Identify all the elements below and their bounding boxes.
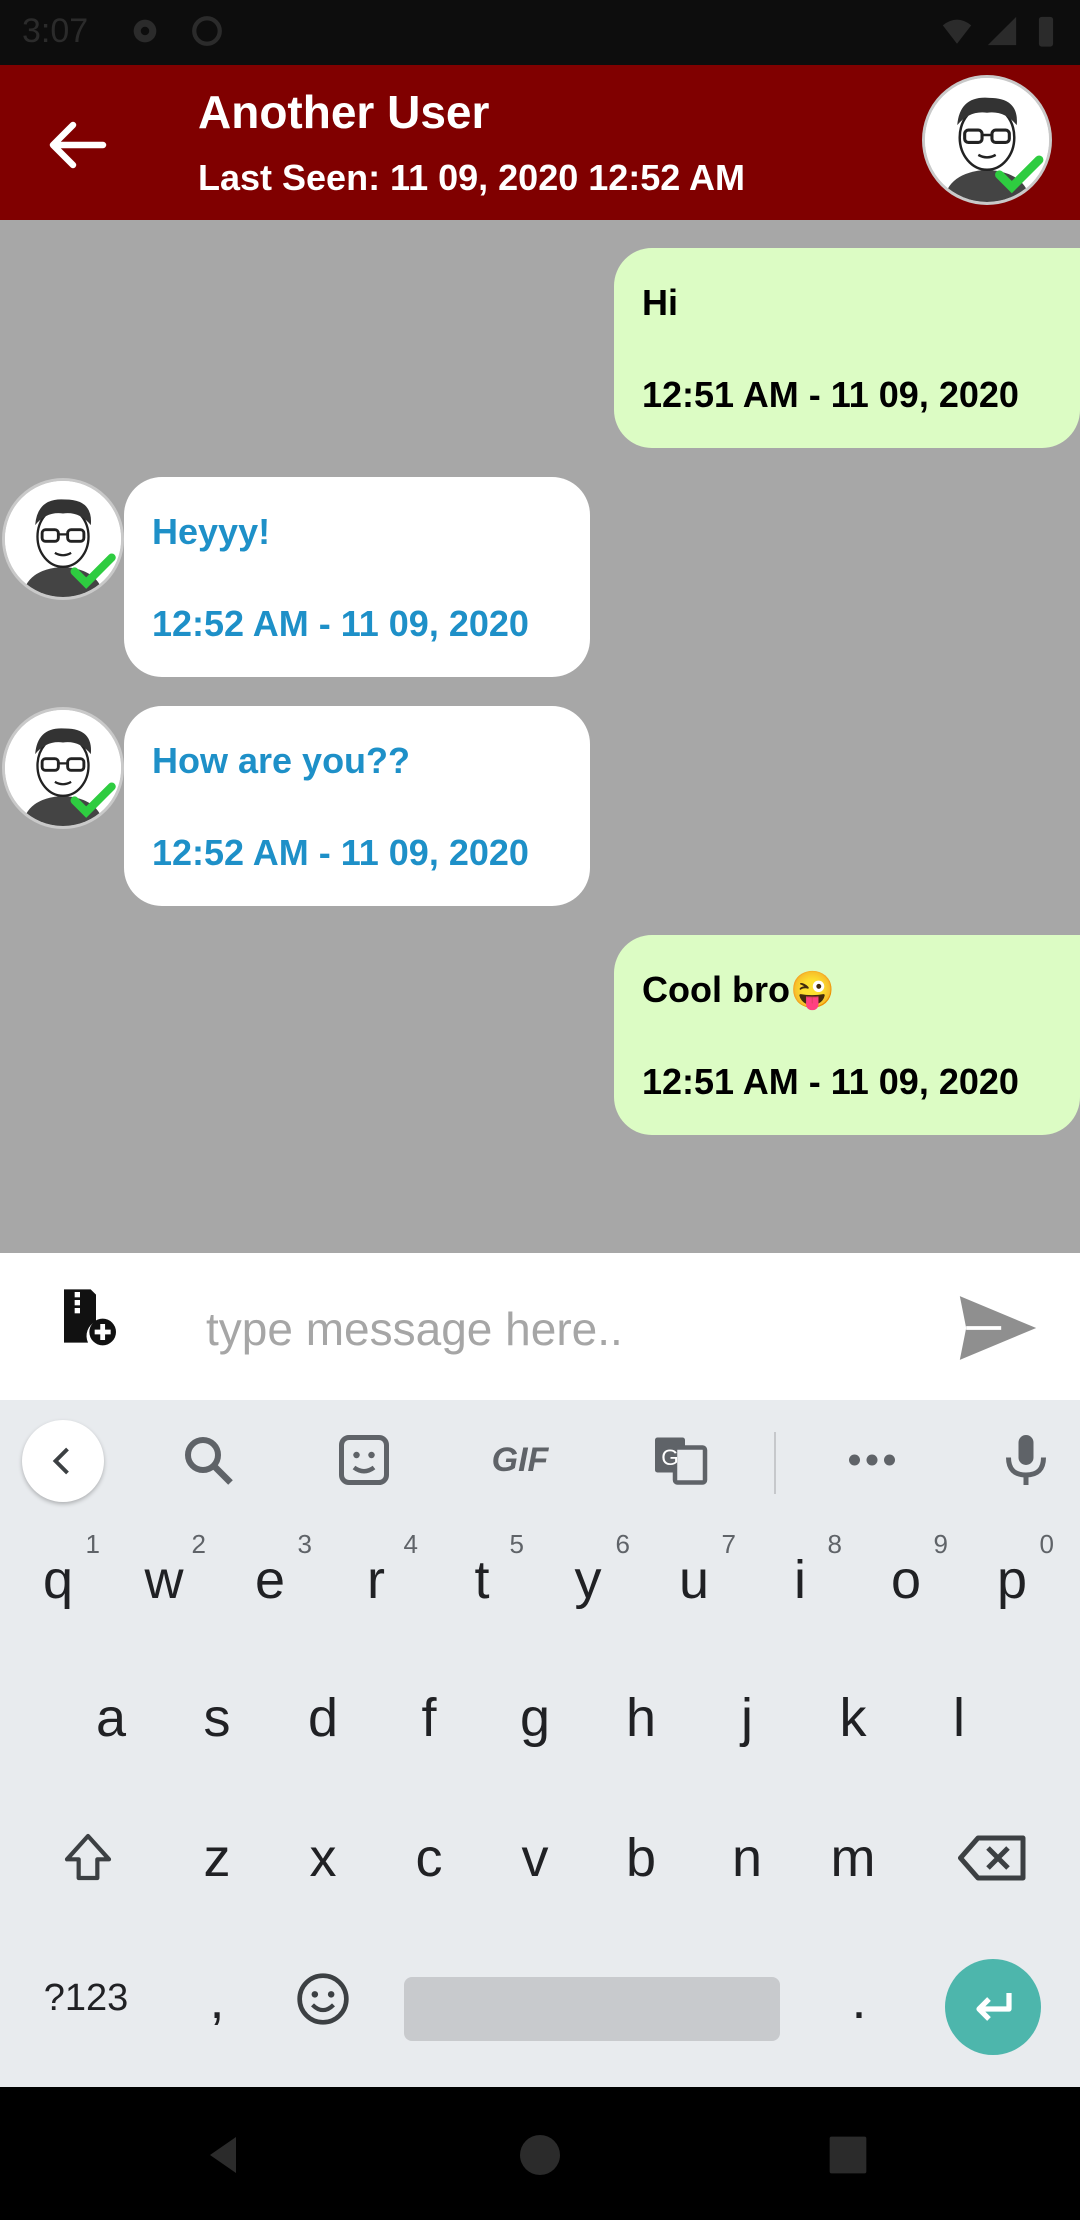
key-x[interactable]: x <box>273 1801 373 1911</box>
nav-back-icon[interactable] <box>200 2131 248 2179</box>
status-bar: 3:07 <box>0 0 1080 65</box>
key-b[interactable]: b <box>591 1801 691 1911</box>
sender-avatar[interactable] <box>2 707 124 829</box>
sync-icon <box>192 16 222 46</box>
message-text: How are you?? <box>152 740 411 781</box>
chat-area[interactable]: Hi 12:51 AM - 11 09, 2020 Heyyy! 12:52 A… <box>0 220 1080 1253</box>
gif-button[interactable]: GIF <box>480 1430 560 1490</box>
send-icon[interactable] <box>955 1293 1041 1363</box>
chevron-left-icon <box>52 1447 69 1475</box>
message-text: Cool bro😜 <box>642 969 835 1010</box>
nav-recents-icon[interactable] <box>826 2133 870 2177</box>
message-timestamp: 12:51 AM - 11 09, 2020 <box>642 1061 1019 1102</box>
key-e[interactable]: e3 <box>220 1523 320 1633</box>
battery-icon <box>1038 16 1054 47</box>
message-bubble-outgoing[interactable]: Cool bro😜 12:51 AM - 11 09, 2020 <box>614 935 1080 1135</box>
key-p[interactable]: p0 <box>962 1523 1062 1633</box>
svg-text:G: G <box>661 1445 679 1470</box>
message-composer <box>0 1253 1080 1403</box>
search-icon[interactable] <box>178 1430 238 1490</box>
enter-icon <box>976 1993 1012 2021</box>
avatar-glasses-icon <box>5 710 121 826</box>
message-bubble-incoming[interactable]: How are you?? 12:52 AM - 11 09, 2020 <box>124 706 590 906</box>
settings-icon <box>133 19 157 43</box>
toolbar-divider <box>774 1432 776 1494</box>
key-n[interactable]: n <box>697 1801 797 1911</box>
translate-icon[interactable]: G <box>650 1430 710 1490</box>
status-time: 3:07 <box>22 12 89 50</box>
arrow-left-icon[interactable] <box>48 120 108 170</box>
signal-icon <box>987 16 1017 46</box>
message-timestamp: 12:51 AM - 11 09, 2020 <box>642 374 1019 415</box>
enter-key[interactable] <box>945 1959 1041 2055</box>
message-input[interactable] <box>204 1293 908 1365</box>
key-o[interactable]: o9 <box>856 1523 956 1633</box>
sender-avatar[interactable] <box>2 478 124 600</box>
microphone-icon[interactable] <box>996 1430 1056 1490</box>
contact-name: Another User <box>198 86 490 138</box>
keyboard-collapse-button[interactable] <box>22 1420 104 1502</box>
message-bubble-incoming[interactable]: Heyyy! 12:52 AM - 11 09, 2020 <box>124 477 590 677</box>
avatar-glasses-icon <box>925 78 1049 202</box>
message-timestamp: 12:52 AM - 11 09, 2020 <box>152 603 529 644</box>
key-i[interactable]: i8 <box>750 1523 850 1633</box>
shift-icon <box>64 1833 112 1881</box>
key-s[interactable]: s <box>167 1661 267 1771</box>
key-h[interactable]: h <box>591 1661 691 1771</box>
system-nav-bar <box>0 2087 1080 2220</box>
comma-key[interactable]: , <box>167 1943 267 2053</box>
key-k[interactable]: k <box>803 1661 903 1771</box>
key-r[interactable]: r4 <box>326 1523 426 1633</box>
key-w[interactable]: w2 <box>114 1523 214 1633</box>
message-text: Hi <box>642 282 678 323</box>
period-key[interactable]: . <box>809 1943 909 2053</box>
chat-header: Another User Last Seen: 11 09, 2020 12:5… <box>0 65 1080 220</box>
space-bar[interactable] <box>404 1977 780 2041</box>
sticker-icon[interactable] <box>334 1430 394 1490</box>
emoji-icon <box>297 1973 349 2025</box>
key-y[interactable]: y6 <box>538 1523 638 1633</box>
attach-file-icon[interactable] <box>56 1284 120 1348</box>
key-v[interactable]: v <box>485 1801 585 1911</box>
message-bubble-outgoing[interactable]: Hi 12:51 AM - 11 09, 2020 <box>614 248 1080 448</box>
more-icon[interactable] <box>842 1430 902 1490</box>
contact-avatar[interactable] <box>922 75 1052 205</box>
key-u[interactable]: u7 <box>644 1523 744 1633</box>
key-c[interactable]: c <box>379 1801 479 1911</box>
backspace-icon <box>958 1835 1026 1881</box>
wifi-icon <box>942 19 972 44</box>
shift-key[interactable] <box>36 1801 136 1911</box>
emoji-key[interactable] <box>273 1943 373 2053</box>
message-timestamp: 12:52 AM - 11 09, 2020 <box>152 832 529 873</box>
key-l[interactable]: l <box>909 1661 1009 1771</box>
symbols-key[interactable]: ?123 <box>36 1943 136 2053</box>
key-t[interactable]: t5 <box>432 1523 532 1633</box>
key-q[interactable]: q1 <box>8 1523 108 1633</box>
message-text: Heyyy! <box>152 511 271 552</box>
key-a[interactable]: a <box>61 1661 161 1771</box>
keyboard: q1 w2 e3 r4 t5 y6 u7 i8 o9 p0 a s d f g … <box>0 1523 1080 2087</box>
key-g[interactable]: g <box>485 1661 585 1771</box>
last-seen: Last Seen: 11 09, 2020 12:52 AM <box>198 157 745 198</box>
key-m[interactable]: m <box>803 1801 903 1911</box>
keyboard-toolbar: GIF G <box>0 1400 1080 1523</box>
key-j[interactable]: j <box>697 1661 797 1771</box>
nav-home-icon[interactable] <box>516 2131 564 2179</box>
key-f[interactable]: f <box>379 1661 479 1771</box>
backspace-key[interactable] <box>942 1801 1042 1911</box>
key-z[interactable]: z <box>167 1801 267 1911</box>
avatar-glasses-icon <box>5 481 121 597</box>
key-d[interactable]: d <box>273 1661 373 1771</box>
